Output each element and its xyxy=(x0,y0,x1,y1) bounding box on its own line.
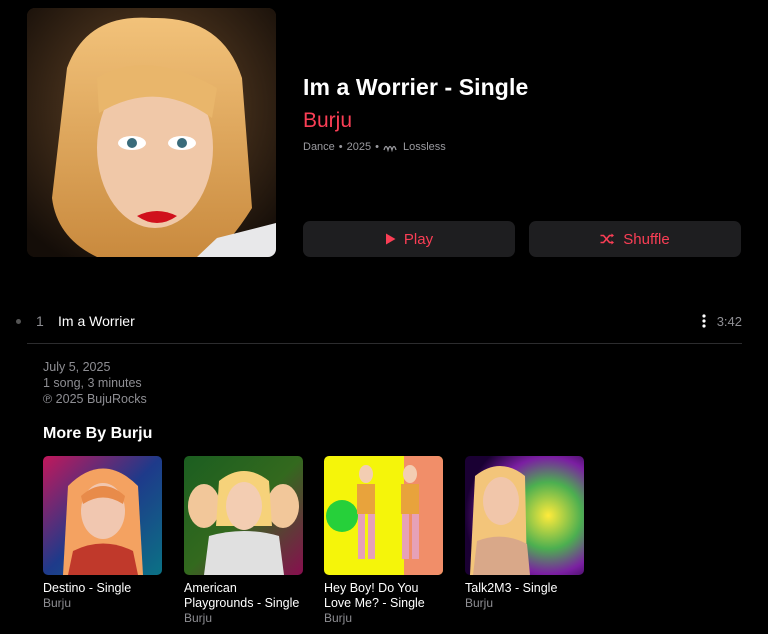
album-genre: Dance xyxy=(303,141,335,153)
artist-link[interactable]: Burju xyxy=(303,109,352,133)
track-row[interactable]: 1 Im a Worrier 3:42 xyxy=(14,305,742,337)
album-card-art[interactable] xyxy=(324,456,443,575)
more-options-icon[interactable] xyxy=(702,314,706,328)
album-cover-art xyxy=(27,8,276,257)
release-summary: 1 song, 3 minutes xyxy=(43,376,142,390)
release-copyright: ℗ 2025 BujuRocks xyxy=(43,392,147,406)
album-card-title[interactable]: Destino - Single xyxy=(43,581,163,596)
shuffle-button[interactable]: Shuffle xyxy=(529,221,741,257)
album-card-title[interactable]: Talk2M3 - Single xyxy=(465,581,585,596)
album-card[interactable]: American Playgrounds - Single Burju xyxy=(184,456,304,626)
shuffle-button-label: Shuffle xyxy=(623,230,670,248)
release-info: July 5, 2025 1 song, 3 minutes ℗ 2025 Bu… xyxy=(43,359,147,407)
album-card-artist[interactable]: Burju xyxy=(324,611,444,626)
album-card[interactable]: Hey Boy! Do You Love Me? - Single Burju xyxy=(324,456,444,626)
album-quality: Lossless xyxy=(403,141,446,153)
album-card-artist[interactable]: Burju xyxy=(184,611,304,626)
track-title: Im a Worrier xyxy=(58,313,135,329)
album-cover xyxy=(27,8,276,257)
album-card-art[interactable] xyxy=(43,456,162,575)
album-card-art[interactable] xyxy=(465,456,584,575)
album-card-artwork xyxy=(184,456,303,575)
album-card-artwork xyxy=(465,456,584,575)
album-card-art[interactable] xyxy=(184,456,303,575)
lossless-icon xyxy=(383,145,397,152)
album-year: 2025 xyxy=(346,141,372,153)
track-duration: 3:42 xyxy=(716,313,742,329)
album-meta: Dance • 2025 • Lossless xyxy=(303,141,446,153)
album-card[interactable]: Destino - Single Burju xyxy=(43,456,163,611)
album-card-title[interactable]: American Playgrounds - Single xyxy=(184,581,304,611)
album-title: Im a Worrier - Single xyxy=(303,74,529,100)
release-date: July 5, 2025 xyxy=(43,360,111,374)
play-icon xyxy=(385,233,396,245)
track-status-dot xyxy=(16,318,21,324)
album-card[interactable]: Talk2M3 - Single Burju xyxy=(465,456,585,611)
meta-separator: • xyxy=(338,141,343,153)
shuffle-icon xyxy=(600,233,615,245)
play-button-label: Play xyxy=(403,230,434,248)
meta-separator: • xyxy=(375,141,379,153)
album-card-title[interactable]: Hey Boy! Do You Love Me? - Single xyxy=(324,581,444,611)
track-number: 1 xyxy=(36,313,44,329)
divider xyxy=(27,343,742,344)
album-card-artist[interactable]: Burju xyxy=(43,596,163,611)
album-card-artwork xyxy=(43,456,162,575)
play-button[interactable]: Play xyxy=(303,221,515,257)
album-card-artwork xyxy=(324,456,443,575)
album-card-artist[interactable]: Burju xyxy=(465,596,585,611)
more-by-heading[interactable]: More By Burju xyxy=(43,425,152,443)
